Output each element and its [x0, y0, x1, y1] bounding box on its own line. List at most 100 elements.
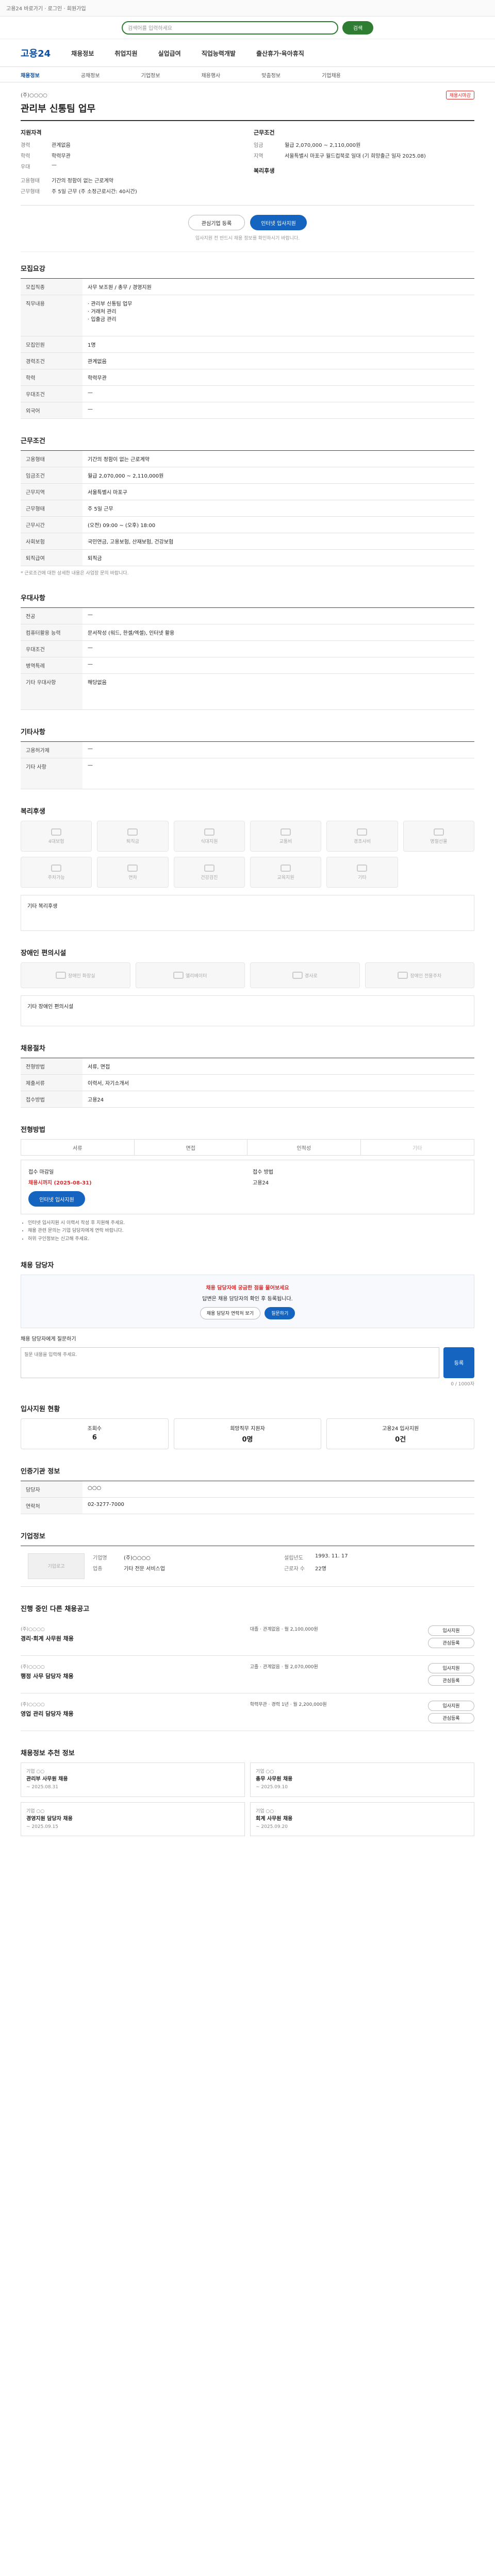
recommend-card[interactable]: 기업 ○○ 관리부 사무원 채용 ~ 2025.08.31 — [21, 1762, 245, 1797]
meal-icon — [204, 828, 214, 836]
summary-value: 기간의 정함이 없는 근로계약 — [52, 178, 113, 184]
list-item[interactable]: (주)○○○○ 행정 사무 담당자 채용 고졸 · 관계없음 · 월 2,070,… — [21, 1656, 474, 1693]
summary-key: 경력 — [21, 143, 30, 148]
gnb-menu-4[interactable]: 직업능력개발 — [202, 49, 236, 58]
table-row: 접수방법 고용24 — [21, 1091, 474, 1108]
gnb-menu-1[interactable]: 채용정보 — [71, 49, 94, 58]
row-key: 기타 우대사항 — [21, 673, 82, 710]
ask-textarea[interactable] — [21, 1347, 439, 1378]
row-value: 주 5일 근무 — [82, 500, 474, 517]
welfare-section: 복리후생 4대보험 퇴직금 식대지원 교통비 경조사비 명절선물 주차가능 연차… — [21, 794, 474, 936]
row-key: 우대조건 — [21, 385, 82, 402]
subnav-item-6[interactable]: 기업채용 — [322, 71, 341, 79]
row-key: 제출서류 — [21, 1074, 82, 1091]
apply-note: 입사지원 전 반드시 채용 정보를 확인하시기 바랍니다. — [21, 234, 474, 252]
search-input[interactable]: 검색어를 입력하세요 — [122, 21, 338, 35]
job-apply-button[interactable]: 입사지원 — [428, 1700, 474, 1711]
contact-button[interactable]: 채용 담당자 연락처 보기 — [200, 1307, 261, 1319]
ramp-icon — [292, 972, 303, 979]
subnav-item-4[interactable]: 채용행사 — [201, 71, 220, 79]
card-title[interactable]: 총무 사무원 채용 — [256, 1775, 469, 1784]
row-key: 모집직종 — [21, 278, 82, 295]
row-key: 모집인원 — [21, 336, 82, 353]
list-item[interactable]: (주)○○○○ 영업 관리 담당자 채용 학력무관 · 경력 1년 · 월 2,2… — [21, 1693, 474, 1731]
row-key: 퇴직급여 — [21, 549, 82, 566]
welfare-tile: 명절선물 — [403, 821, 474, 852]
job-apply-button[interactable]: 입사지원 — [428, 1663, 474, 1673]
subnav-item-1[interactable]: 채용정보 — [21, 71, 40, 79]
company-value: (주)○○○○ — [124, 1555, 151, 1561]
card-date: ~ 2025.08.31 — [26, 1785, 58, 1790]
gnb-menu-2[interactable]: 취업지원 — [114, 49, 137, 58]
disabled-section: 장애인 편의시설 장애인 화장실 엘리베이터 경사로 장애인 전용주차 기타 장… — [21, 936, 474, 1031]
subnav-item-2[interactable]: 공채정보 — [81, 71, 100, 79]
sub-nav: 채용정보 공채정보 기업정보 채용행사 맞춤정보 기업채용 — [0, 67, 495, 82]
table-row: 외국어 — — [21, 402, 474, 419]
top-utility-bar: 고용24 바로가기 · 로그인 · 회원가입 — [0, 0, 495, 16]
job-save-button[interactable]: 관심등록 — [428, 1637, 474, 1648]
row-value: ○○○ — [82, 1481, 474, 1498]
job-meta: 학력무관 · 경력 1년 · 월 2,200,000원 — [250, 1702, 327, 1707]
summary-key: 학력 — [21, 154, 30, 159]
disabled-grid: 장애인 화장실 엘리베이터 경사로 장애인 전용주차 — [21, 962, 474, 988]
row-value: 사무 보조원 / 총무 / 경영지원 — [82, 278, 474, 295]
welfare-label: 건강검진 — [201, 875, 218, 880]
stat-card: 고용24 입사지원 0건 — [326, 1418, 475, 1449]
job-title[interactable]: 영업 관리 담당자 채용 — [21, 1709, 243, 1718]
ask-submit-button[interactable]: 등록 — [443, 1347, 474, 1378]
stat-value: 0건 — [395, 1435, 406, 1444]
ask-button[interactable]: 질문하기 — [265, 1307, 295, 1319]
welfare-label: 연차 — [128, 875, 137, 880]
toilet-icon — [55, 972, 66, 979]
company-key: 설립년도 — [284, 1555, 303, 1561]
qa-box: 채용 담당자에 궁금한 점을 물어보세요 답변은 채용 담당자의 확인 후 등록… — [21, 1274, 474, 1328]
recommend-card[interactable]: 기업 ○○ 총무 사무원 채용 ~ 2025.09.10 — [250, 1762, 474, 1797]
method-item: 면접 — [135, 1140, 248, 1155]
section-title: 진행 중인 다른 채용공고 — [21, 1605, 90, 1613]
job-apply-button[interactable]: 입사지원 — [428, 1625, 474, 1636]
search-button[interactable]: 검색 — [342, 21, 373, 35]
section-title: 채용절차 — [21, 1045, 45, 1053]
subnav-item-3[interactable]: 기업정보 — [141, 71, 160, 79]
card-title[interactable]: 관리부 사무원 채용 — [26, 1775, 239, 1784]
job-save-button[interactable]: 관심등록 — [428, 1675, 474, 1686]
parking-icon — [398, 972, 408, 979]
row-value: — — [82, 385, 474, 402]
section-title: 인증기관 정보 — [21, 1467, 60, 1476]
recommend-card[interactable]: 기업 ○○ 회계 사무원 채용 ~ 2025.09.20 — [250, 1802, 474, 1837]
job-save-button[interactable]: 관심등록 — [428, 1713, 474, 1723]
row-value: 월급 2,070,000 ~ 2,110,000원 — [82, 467, 474, 484]
list-item[interactable]: (주)○○○○ 경리·회계 사무원 채용 대졸 · 관계없음 · 월 2,100,… — [21, 1618, 474, 1656]
row-value: 서울특별시 마포구 — [82, 483, 474, 500]
row-value: — — [82, 758, 474, 789]
subnav-item-5[interactable]: 맞춤정보 — [261, 71, 280, 79]
row-key: 연락처 — [21, 1497, 82, 1514]
disabled-note: 기타 장애인 편의시설 — [21, 995, 474, 1026]
table-row: 퇴직급여 퇴직금 — [21, 549, 474, 566]
char-count: 0 / 1000자 — [451, 1381, 474, 1387]
apply-button-2[interactable]: 인터넷 입사지원 — [28, 1191, 85, 1207]
row-value: 02-3277-7000 — [82, 1497, 474, 1514]
job-summary: 지원자격 경력 관계없음 학력 학력무관 우대 — 고용형태 기간의 정함이 없는 근로… — [21, 121, 474, 206]
apply-button[interactable]: 인터넷 입사지원 — [250, 215, 307, 230]
card-title[interactable]: 회계 사무원 채용 — [256, 1815, 469, 1823]
row-value: — — [82, 657, 474, 674]
summary-key: 근무형태 — [21, 189, 40, 195]
row-value: — — [82, 402, 474, 419]
gnb-menu-5[interactable]: 출산휴가·육아휴직 — [256, 49, 304, 58]
site-logo[interactable]: 고용24 — [21, 46, 51, 60]
recommend-card[interactable]: 기업 ○○ 경영지원 담당자 채용 ~ 2025.09.15 — [21, 1802, 245, 1837]
card-title[interactable]: 경영지원 담당자 채용 — [26, 1815, 239, 1823]
row-key: 외국어 — [21, 402, 82, 419]
job-title[interactable]: 경리·회계 사무원 채용 — [21, 1634, 243, 1642]
card-company: 기업 ○○ — [26, 1769, 45, 1774]
gnb-menu-3[interactable]: 실업급여 — [158, 49, 181, 58]
row-value: — — [82, 607, 474, 624]
parking-icon — [51, 864, 62, 872]
save-button[interactable]: 관심기업 등록 — [188, 215, 245, 230]
job-title[interactable]: 행정 사무 담당자 채용 — [21, 1672, 243, 1680]
company-name[interactable]: (주)○○○○ — [21, 91, 474, 98]
welfare-tile: 연차 — [97, 857, 169, 888]
section-title: 근무조건 — [21, 437, 45, 445]
etc-icon — [357, 864, 368, 872]
